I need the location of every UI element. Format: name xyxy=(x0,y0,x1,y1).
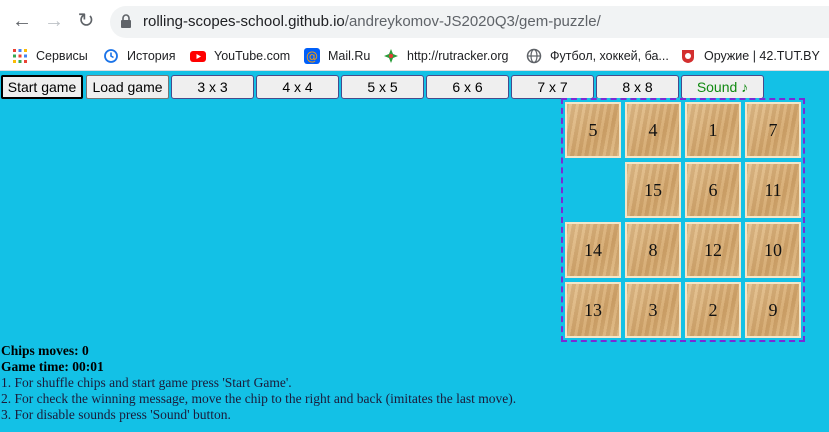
bookmark-rutracker[interactable]: http://rutracker.org xyxy=(383,46,508,66)
url-host: rolling-scopes-school.github.io xyxy=(143,13,345,30)
history-icon xyxy=(103,48,119,64)
bookmark-services[interactable]: Сервисы xyxy=(12,46,88,66)
bookmark-label: http://rutracker.org xyxy=(407,49,509,63)
mailru-icon: @ xyxy=(304,48,320,64)
puzzle-tile[interactable]: 8 xyxy=(625,222,681,278)
size-6x6-button[interactable]: 6 x 6 xyxy=(426,75,509,99)
size-7x7-button[interactable]: 7 x 7 xyxy=(511,75,594,99)
bookmark-label: Mail.Ru xyxy=(328,49,371,63)
puzzle-tile[interactable]: 1 xyxy=(685,102,741,158)
bookmark-history[interactable]: История xyxy=(103,46,175,66)
puzzle-tile[interactable]: 7 xyxy=(745,102,801,158)
bookmark-mailru[interactable]: @ Mail.Ru xyxy=(304,46,370,66)
puzzle-tile[interactable]: 10 xyxy=(745,222,801,278)
lock-icon xyxy=(121,14,131,28)
instruction-line: 1. For shuffle chips and start game pres… xyxy=(1,375,292,390)
puzzle-tile[interactable]: 15 xyxy=(625,162,681,218)
puzzle-tile[interactable]: 6 xyxy=(685,162,741,218)
forward-icon[interactable]: → xyxy=(42,9,66,33)
puzzle-page: Start game Load game 3 x 3 4 x 4 5 x 5 6… xyxy=(0,71,829,432)
bookmark-label: Футбол, хоккей, ба... xyxy=(550,49,669,63)
bookmark-sports[interactable]: Футбол, хоккей, ба... xyxy=(526,46,669,66)
reload-icon[interactable]: ↻ xyxy=(74,9,98,33)
svg-text:@: @ xyxy=(306,50,318,64)
url-path: /andreykomov-JS2020Q3/gem-puzzle/ xyxy=(344,13,601,30)
bookmark-tutby[interactable]: Оружие | 42.TUT.BY xyxy=(680,46,820,66)
bookmark-label: Сервисы xyxy=(36,49,88,63)
puzzle-tile[interactable]: 11 xyxy=(745,162,801,218)
bookmark-label: YouTube.com xyxy=(214,49,291,63)
puzzle-tile[interactable]: 13 xyxy=(565,282,621,338)
puzzle-tile[interactable]: 9 xyxy=(745,282,801,338)
puzzle-tile[interactable]: 4 xyxy=(625,102,681,158)
puzzle-tile[interactable]: 3 xyxy=(625,282,681,338)
game-timer: Game time: 00:01 xyxy=(1,359,104,374)
bookmark-label: История xyxy=(127,49,176,63)
url-text: rolling-scopes-school.github.io/andreyko… xyxy=(143,13,601,30)
bookmark-youtube[interactable]: YouTube.com xyxy=(190,46,290,66)
game-info: Chips moves: 0 Game time: 00:01 1. For s… xyxy=(1,343,516,423)
address-bar[interactable]: rolling-scopes-school.github.io/andreyko… xyxy=(110,6,829,38)
tutby-icon xyxy=(680,48,696,64)
moves-counter: Chips moves: 0 xyxy=(1,343,89,358)
size-4x4-button[interactable]: 4 x 4 xyxy=(256,75,339,99)
puzzle-tile[interactable]: 5 xyxy=(565,102,621,158)
back-icon[interactable]: ← xyxy=(10,9,34,33)
puzzle-board: 5 4 1 7 15 6 11 14 8 12 10 13 3 2 9 xyxy=(561,98,805,342)
size-5x5-button[interactable]: 5 x 5 xyxy=(341,75,424,99)
puzzle-tile[interactable]: 12 xyxy=(685,222,741,278)
instruction-line: 3. For disable sounds press 'Sound' butt… xyxy=(1,407,231,422)
load-game-button[interactable]: Load game xyxy=(86,75,169,99)
browser-toolbar: ← → ↻ rolling-scopes-school.github.io/an… xyxy=(0,0,829,42)
start-game-button[interactable]: Start game xyxy=(1,75,83,99)
sound-toggle-button[interactable]: Sound ♪ xyxy=(681,75,764,99)
puzzle-tile[interactable]: 14 xyxy=(565,222,621,278)
size-3x3-button[interactable]: 3 x 3 xyxy=(171,75,254,99)
size-8x8-button[interactable]: 8 x 8 xyxy=(596,75,679,99)
rutracker-icon xyxy=(383,48,399,64)
bookmark-label: Оружие | 42.TUT.BY xyxy=(704,49,820,63)
apps-grid-icon xyxy=(12,48,28,64)
globe-icon xyxy=(526,48,542,64)
puzzle-tile[interactable]: 2 xyxy=(685,282,741,338)
instruction-line: 2. For check the winning message, move t… xyxy=(1,391,517,406)
youtube-icon xyxy=(190,48,206,64)
bookmarks-bar: Сервисы История YouTube.com @ Mail.Ru ht… xyxy=(0,42,829,71)
